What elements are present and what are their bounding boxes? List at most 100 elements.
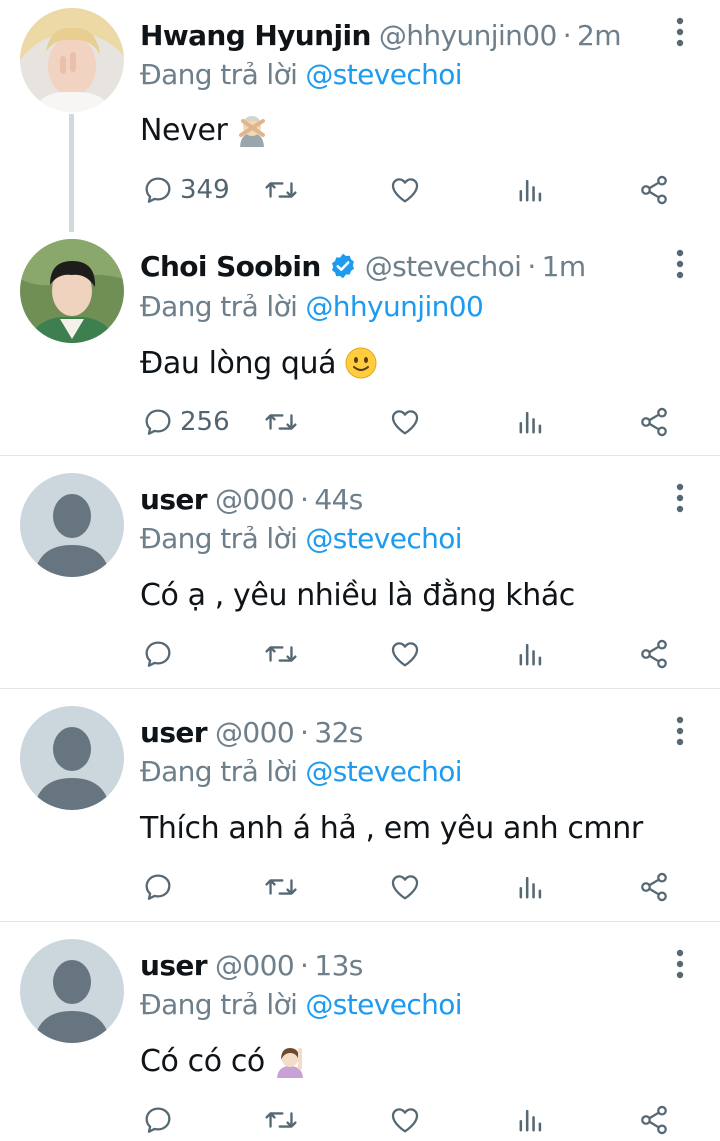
retweet-button[interactable] [264,634,298,674]
tweet[interactable]: Choi Soobin @stevechoi · 1m Đang trả lời… [0,232,720,456]
tweet[interactable]: Hwang Hyunjin @hhyunjin00 · 2m Đang trả … [0,0,720,232]
separator-dot: · [562,18,572,52]
mention-link[interactable]: @stevechoi [305,988,462,1021]
tweet-text: Có có có [140,1041,307,1081]
timestamp[interactable]: 2m [577,19,621,52]
retweet-button[interactable] [264,867,298,907]
display-name[interactable]: user [140,483,208,516]
mention-link[interactable]: @stevechoi [305,58,462,91]
share-icon [641,872,667,902]
tweet-text-body: Never [140,112,228,148]
reply-icon [145,641,171,667]
user-handle[interactable]: @stevechoi [365,250,522,283]
analytics-button[interactable] [517,634,545,674]
user-handle[interactable]: @000 [215,483,295,516]
tweet-text-body: Có có có [140,1043,265,1079]
retweet-icon [265,414,297,430]
share-button[interactable] [638,1100,670,1140]
like-button[interactable] [389,170,421,210]
reply-button[interactable] [142,634,174,674]
replying-to: Đang trả lời @stevechoi [140,753,463,789]
more-options-icon[interactable] [674,16,686,48]
tweet-text: Đau lòng quá [140,343,378,383]
analytics-button[interactable] [517,402,545,442]
reply-button[interactable] [142,1100,174,1140]
reply-count: 349 [180,175,230,205]
like-button[interactable] [389,867,421,907]
more-options-icon[interactable] [674,715,686,747]
avatar[interactable] [20,239,124,343]
replying-to-label: Đang trả lời [140,57,298,91]
like-button[interactable] [389,402,421,442]
timestamp[interactable]: 44s [314,483,363,516]
tweet[interactable]: user @000 · 44s Đang trả lời @stevechoi … [0,456,720,689]
reply-button[interactable]: 256 [142,402,230,442]
display-name[interactable]: Hwang Hyunjin [140,19,371,52]
reply-icon [145,874,171,900]
more-options-icon[interactable] [674,248,686,280]
display-name[interactable]: user [140,716,208,749]
avatar[interactable] [20,8,124,112]
tweet[interactable]: user @000 · 32s Đang trả lời @stevechoi … [0,689,720,922]
analytics-icon [519,643,542,666]
share-icon [641,175,667,205]
more-options-icon[interactable] [674,948,686,980]
mention-link[interactable]: @stevechoi [305,522,462,555]
analytics-icon [519,1109,542,1132]
user-handle[interactable]: @hhyunjin00 [379,19,557,52]
share-button[interactable] [638,634,670,674]
analytics-icon [519,411,542,434]
default-avatar[interactable] [20,473,124,577]
like-button[interactable] [389,1100,421,1140]
share-icon [641,639,667,669]
retweet-icon [265,879,297,895]
separator-dot: · [527,249,536,283]
tweet-text: Never [140,110,269,150]
timestamp[interactable]: 13s [314,949,363,982]
retweet-button[interactable] [264,170,298,210]
tweet-text-body: Thích anh á hả , em yêu anh cmnr [140,810,643,846]
timestamp[interactable]: 1m [542,250,586,283]
reply-icon [145,1107,171,1133]
separator-dot: · [300,948,309,982]
heart-icon [391,875,419,900]
timestamp[interactable]: 32s [314,716,363,749]
analytics-button[interactable] [517,867,545,907]
mention-link[interactable]: @hhyunjin00 [305,290,483,323]
replying-to-label: Đang trả lời [140,987,298,1021]
retweet-icon [265,182,297,198]
share-button[interactable] [638,402,670,442]
like-button[interactable] [389,634,421,674]
analytics-icon [519,179,542,202]
analytics-icon [519,876,542,899]
verified-badge-icon [329,252,357,280]
analytics-button[interactable] [517,170,545,210]
reply-button[interactable] [142,867,174,907]
retweet-button[interactable] [264,402,298,442]
heart-icon [391,642,419,667]
retweet-icon [265,646,297,662]
mention-link[interactable]: @stevechoi [305,755,462,788]
default-avatar[interactable] [20,939,124,1043]
default-avatar[interactable] [20,706,124,810]
separator-dot: · [300,482,309,516]
tweet-header: user @000 · 44s [140,479,660,519]
share-icon [641,407,667,437]
reply-button[interactable]: 349 [142,170,230,210]
separator-dot: · [300,715,309,749]
heart-icon [391,1108,419,1133]
user-handle[interactable]: @000 [215,716,295,749]
user-handle[interactable]: @000 [215,949,295,982]
reply-icon [145,177,171,203]
share-button[interactable] [638,170,670,210]
retweet-button[interactable] [264,1100,298,1140]
share-button[interactable] [638,867,670,907]
display-name[interactable]: user [140,949,208,982]
reply-icon [145,409,171,435]
reply-count: 256 [180,407,230,437]
slightly-smiling-face-icon [344,346,378,380]
tweet[interactable]: user @000 · 13s Đang trả lời @stevechoi … [0,922,720,1141]
more-options-icon[interactable] [674,482,686,514]
display-name[interactable]: Choi Soobin [140,250,321,283]
analytics-button[interactable] [517,1100,545,1140]
